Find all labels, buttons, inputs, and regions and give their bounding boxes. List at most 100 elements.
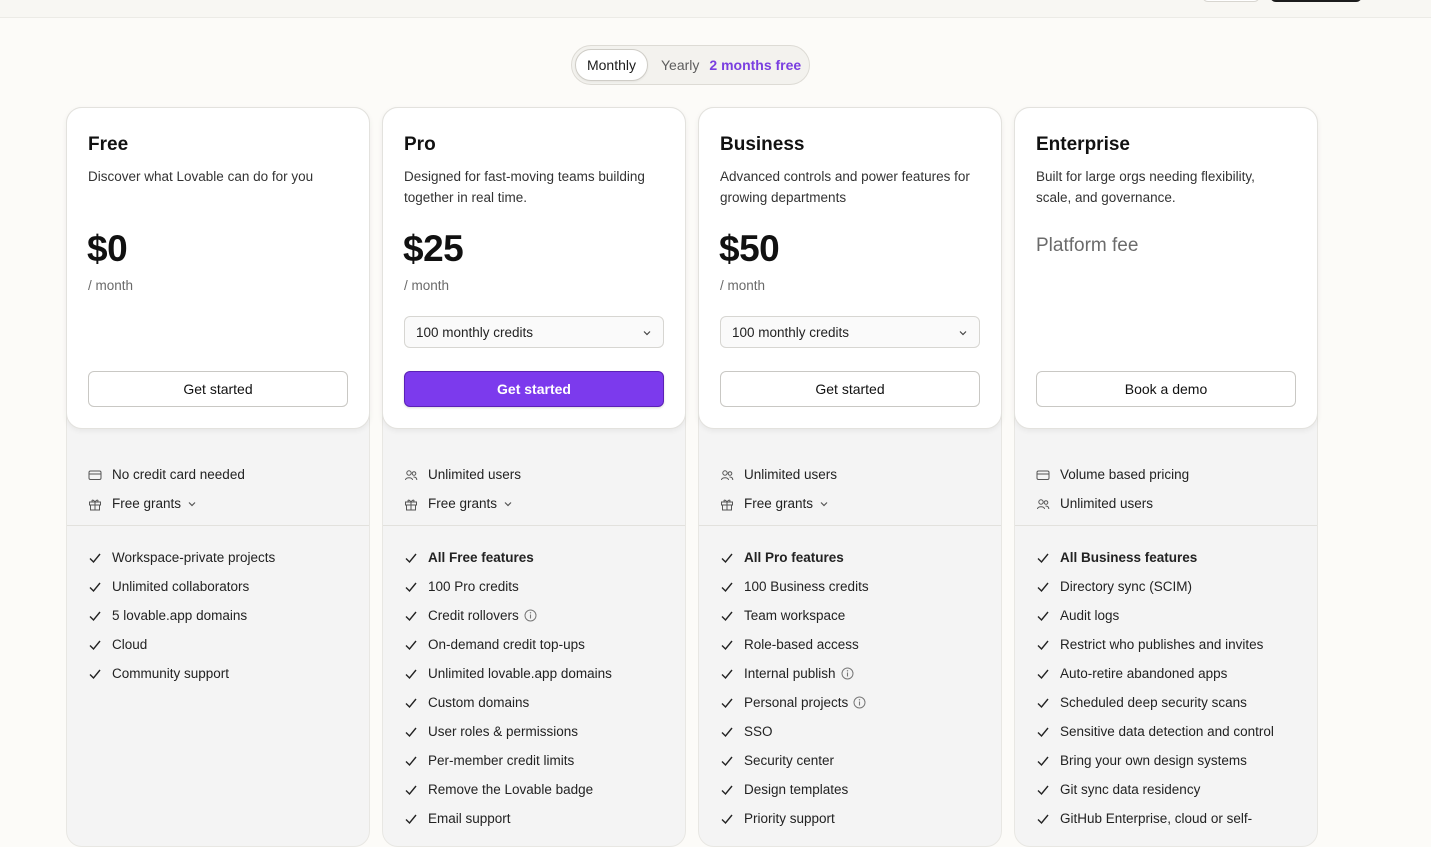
check-icon [721, 611, 733, 621]
feature-label: Bring your own design systems [1060, 753, 1247, 768]
plan-period: / month [720, 278, 766, 293]
plan-name: Free [88, 134, 129, 155]
feature-item: All Pro features [720, 543, 995, 572]
feature-label: User roles & permissions [428, 724, 579, 739]
plan-card: Business Advanced controls and power fea… [698, 107, 1002, 429]
get-started-button[interactable]: Get started [88, 371, 348, 407]
check-icon [721, 553, 733, 563]
divider [699, 525, 1001, 526]
meta-item: Unlimited users [720, 460, 990, 489]
check-icon [721, 785, 733, 795]
billing-period-toggle: Monthly Yearly 2 months free [571, 45, 810, 85]
check-icon [405, 582, 417, 592]
meta-label: Unlimited users [1060, 496, 1154, 511]
info-icon[interactable] [524, 609, 537, 622]
feature-item: SSO [720, 717, 995, 746]
monthly-option[interactable]: Monthly [575, 49, 648, 81]
yearly-promo-badge: 2 months free [709, 57, 802, 73]
feature-item: On-demand credit top-ups [404, 630, 679, 659]
get-started-button[interactable]: Get started [404, 371, 664, 407]
feature-label: 100 Business credits [744, 579, 869, 594]
plan-card: Enterprise Built for large orgs needing … [1014, 107, 1318, 429]
feature-label: Git sync data residency [1060, 782, 1201, 797]
feature-item: Audit logs [1036, 601, 1311, 630]
check-icon [721, 582, 733, 592]
plan-meta: Unlimited users Free grants [720, 460, 990, 518]
feature-item: Auto-retire abandoned apps [1036, 659, 1311, 688]
check-icon [89, 669, 101, 679]
divider [67, 525, 369, 526]
check-icon [1037, 698, 1049, 708]
feature-label: Priority support [744, 811, 835, 826]
feature-item: Restrict who publishes and invites [1036, 630, 1311, 659]
feature-label: Directory sync (SCIM) [1060, 579, 1193, 594]
book-demo-button[interactable]: Book a demo [1036, 371, 1296, 407]
feature-label: Credit rollovers [428, 608, 519, 623]
feature-item: 100 Business credits [720, 572, 995, 601]
check-icon [721, 814, 733, 824]
feature-label: Workspace-private projects [112, 550, 276, 565]
info-icon[interactable] [841, 667, 854, 680]
feature-list: All Business features Directory sync (SC… [1036, 543, 1311, 833]
feature-item: Custom domains [404, 688, 679, 717]
plan-column-pro: Pro Designed for fast-moving teams build… [382, 107, 686, 847]
header-secondary-button[interactable] [1202, 0, 1260, 2]
feature-label: All Pro features [744, 550, 844, 565]
feature-label: Community support [112, 666, 230, 681]
check-icon [405, 756, 417, 766]
check-icon [721, 640, 733, 650]
plan-period: / month [404, 278, 450, 293]
feature-label: SSO [744, 724, 773, 739]
feature-item: 100 Pro credits [404, 572, 679, 601]
feature-label: 100 Pro credits [428, 579, 519, 594]
feature-label: Security center [744, 753, 835, 768]
feature-item: Git sync data residency [1036, 775, 1311, 804]
feature-item: Personal projects [720, 688, 995, 717]
feature-item: Security center [720, 746, 995, 775]
feature-label: Team workspace [744, 608, 846, 623]
gift-icon [405, 499, 417, 510]
yearly-option[interactable]: Yearly 2 months free [648, 49, 801, 81]
divider [383, 525, 685, 526]
feature-item: Remove the Lovable badge [404, 775, 679, 804]
check-icon [405, 727, 417, 737]
chevron-down-icon [820, 501, 828, 506]
plan-name: Pro [404, 134, 436, 155]
feature-item: Scheduled deep security scans [1036, 688, 1311, 717]
plan-description: Designed for fast-moving teams building … [404, 169, 645, 205]
meta-label: Free grants [112, 496, 182, 511]
feature-item: Unlimited lovable.app domains [404, 659, 679, 688]
check-icon [405, 640, 417, 650]
plan-meta: No credit card needed Free grants [88, 460, 358, 518]
plan-name: Business [720, 134, 805, 155]
plan-price: $25 [403, 228, 464, 269]
credit-card-icon [88, 470, 102, 480]
feature-label: Internal publish [744, 666, 836, 681]
credits-select[interactable]: 100 monthly credits [720, 316, 980, 348]
check-icon [405, 669, 417, 679]
chevron-down-icon [504, 501, 512, 506]
credits-select[interactable]: 100 monthly credits [404, 316, 664, 348]
feature-item: Community support [88, 659, 363, 688]
check-icon [1037, 640, 1049, 650]
feature-item: Role-based access [720, 630, 995, 659]
feature-list: Workspace-private projects Unlimited col… [88, 543, 363, 688]
users-icon [721, 469, 734, 480]
feature-item: Unlimited collaborators [88, 572, 363, 601]
plan-description: Built for large orgs needing flexibility… [1036, 169, 1255, 205]
feature-label: On-demand credit top-ups [428, 637, 585, 652]
info-icon[interactable] [853, 696, 866, 709]
check-icon [405, 611, 417, 621]
free-grants-toggle[interactable]: Free grants [720, 489, 990, 518]
get-started-button[interactable]: Get started [720, 371, 980, 407]
gift-icon [721, 499, 733, 510]
feature-label: Sensitive data detection and control [1060, 724, 1274, 739]
free-grants-toggle[interactable]: Free grants [88, 489, 358, 518]
free-grants-toggle[interactable]: Free grants [404, 489, 674, 518]
header-primary-button[interactable] [1270, 0, 1362, 2]
feature-item: Per-member credit limits [404, 746, 679, 775]
credits-select-value: 100 monthly credits [416, 324, 534, 340]
check-icon [405, 698, 417, 708]
meta-item: Volume based pricing [1036, 460, 1306, 489]
check-icon [1037, 727, 1049, 737]
